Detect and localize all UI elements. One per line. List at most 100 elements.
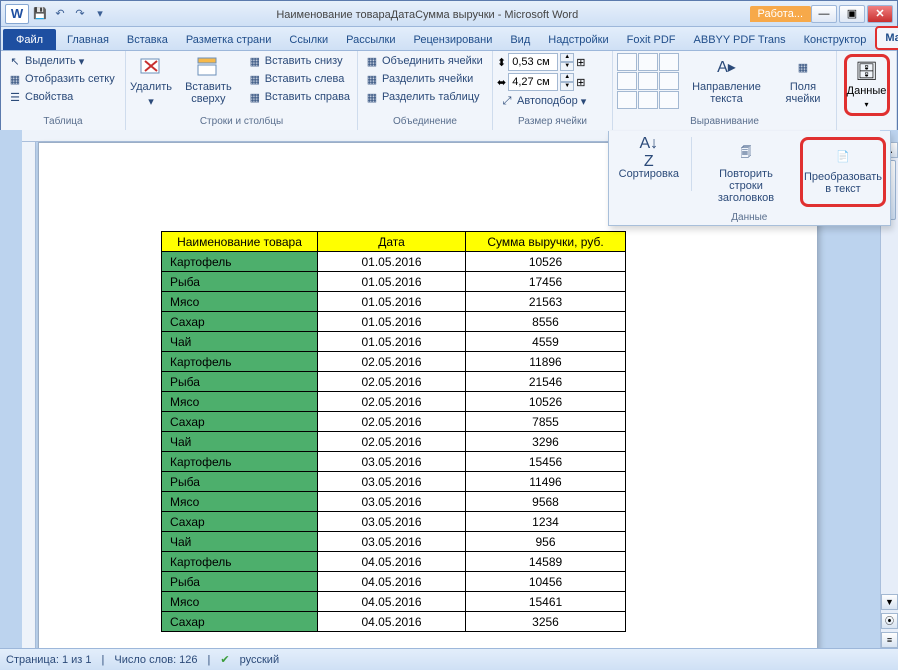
repeat-header-button[interactable]: 🗐 Повторить строки заголовков [698, 137, 794, 207]
col-width-field[interactable]: ⬌ ▲▼ ⊞ [497, 73, 589, 91]
insert-left-button[interactable]: ▦Вставить слева [245, 71, 353, 87]
table-row[interactable]: Мясо03.05.20169568 [162, 492, 626, 512]
tab-view[interactable]: Вид [501, 29, 539, 50]
insert-below-button[interactable]: ▦Вставить снизу [245, 53, 353, 69]
table-cell[interactable]: Рыба [162, 372, 318, 392]
table-cell[interactable]: 04.05.2016 [318, 612, 466, 632]
text-direction-button[interactable]: A▸ Направление текста [683, 53, 770, 107]
table-cell[interactable]: Чай [162, 532, 318, 552]
table-row[interactable]: Картофель04.05.201614589 [162, 552, 626, 572]
table-row[interactable]: Картофель02.05.201611896 [162, 352, 626, 372]
table-cell[interactable]: Сахар [162, 612, 318, 632]
table-cell[interactable]: 01.05.2016 [318, 292, 466, 312]
table-cell[interactable]: Мясо [162, 392, 318, 412]
table-cell[interactable]: Сахар [162, 412, 318, 432]
align-br[interactable] [659, 91, 679, 109]
table-row[interactable]: Рыба03.05.201611496 [162, 472, 626, 492]
status-language[interactable]: русский [240, 654, 279, 666]
table-cell[interactable]: 7855 [466, 412, 626, 432]
distribute-cols-icon[interactable]: ⊞ [576, 76, 585, 89]
select-button[interactable]: ↖Выделить▾ [5, 53, 118, 69]
table-cell[interactable]: 04.05.2016 [318, 572, 466, 592]
table-header[interactable]: Сумма выручки, руб. [466, 232, 626, 252]
table-row[interactable]: Чай01.05.20164559 [162, 332, 626, 352]
table-cell[interactable]: Сахар [162, 312, 318, 332]
tab-home[interactable]: Главная [58, 29, 118, 50]
table-cell[interactable]: 9568 [466, 492, 626, 512]
tab-review[interactable]: Рецензировани [405, 29, 502, 50]
table-cell[interactable]: 04.05.2016 [318, 552, 466, 572]
sort-button[interactable]: A↓Z Сортировка [613, 137, 685, 207]
height-down[interactable]: ▼ [560, 62, 574, 71]
table-cell[interactable]: 3256 [466, 612, 626, 632]
app-icon[interactable]: W [5, 4, 29, 24]
table-row[interactable]: Картофель03.05.201615456 [162, 452, 626, 472]
tab-page-layout[interactable]: Разметка страни [177, 29, 281, 50]
status-words[interactable]: Число слов: 126 [114, 654, 197, 666]
table-cell[interactable]: 956 [466, 532, 626, 552]
table-cell[interactable]: 21563 [466, 292, 626, 312]
tab-addins[interactable]: Надстройки [539, 29, 617, 50]
merge-cells-button[interactable]: ▦Объединить ячейки [362, 53, 486, 69]
table-cell[interactable]: 10456 [466, 572, 626, 592]
align-tr[interactable] [659, 53, 679, 71]
split-table-button[interactable]: ▦Разделить таблицу [362, 89, 486, 105]
height-up[interactable]: ▲ [560, 53, 574, 62]
table-header[interactable]: Дата [318, 232, 466, 252]
tab-abbyy[interactable]: ABBYY PDF Trans [685, 29, 795, 50]
prev-page-icon[interactable]: ⦿ [881, 613, 898, 629]
table-row[interactable]: Мясо02.05.201610526 [162, 392, 626, 412]
table-row[interactable]: Мясо04.05.201615461 [162, 592, 626, 612]
table-cell[interactable]: 03.05.2016 [318, 532, 466, 552]
table-cell[interactable]: 02.05.2016 [318, 412, 466, 432]
vertical-ruler[interactable] [22, 142, 36, 648]
table-cell[interactable]: 14589 [466, 552, 626, 572]
table-row[interactable]: Картофель01.05.201610526 [162, 252, 626, 272]
save-icon[interactable]: 💾 [31, 5, 49, 23]
properties-button[interactable]: ☰Свойства [5, 89, 118, 105]
table-cell[interactable]: Рыба [162, 272, 318, 292]
table-cell[interactable]: Картофель [162, 552, 318, 572]
table-cell[interactable]: 4559 [466, 332, 626, 352]
table-cell[interactable]: Мясо [162, 292, 318, 312]
width-down[interactable]: ▼ [560, 82, 574, 91]
table-row[interactable]: Сахар01.05.20168556 [162, 312, 626, 332]
convert-to-text-button[interactable]: 📄 Преобразовать в текст [800, 137, 886, 207]
autofit-button[interactable]: ⤢Автоподбор▾ [497, 93, 589, 109]
row-height-field[interactable]: ⬍ ▲▼ ⊞ [497, 53, 589, 71]
table-cell[interactable]: 8556 [466, 312, 626, 332]
data-dropdown-button[interactable]: 🗄 Данные ▾ [844, 54, 890, 116]
redo-icon[interactable]: ↷ [71, 5, 89, 23]
table-cell[interactable]: 03.05.2016 [318, 472, 466, 492]
tab-foxit[interactable]: Foxit PDF [618, 29, 685, 50]
table-row[interactable]: Мясо01.05.201621563 [162, 292, 626, 312]
spellcheck-icon[interactable]: ✔ [220, 653, 229, 666]
split-cells-button[interactable]: ▦Разделить ячейки [362, 71, 486, 87]
table-cell[interactable]: Чай [162, 332, 318, 352]
table-cell[interactable]: 15461 [466, 592, 626, 612]
tab-file[interactable]: Файл [3, 29, 56, 50]
table-row[interactable]: Рыба01.05.201617456 [162, 272, 626, 292]
table-cell[interactable]: 11496 [466, 472, 626, 492]
close-button[interactable]: ✕ [867, 5, 893, 23]
table-row[interactable]: Рыба04.05.201610456 [162, 572, 626, 592]
tab-layout[interactable]: Макет [875, 26, 898, 50]
table-cell[interactable]: 02.05.2016 [318, 392, 466, 412]
table-cell[interactable]: Картофель [162, 352, 318, 372]
col-width-input[interactable] [508, 73, 558, 91]
table-cell[interactable]: 01.05.2016 [318, 312, 466, 332]
table-row[interactable]: Рыба02.05.201621546 [162, 372, 626, 392]
align-tc[interactable] [638, 53, 658, 71]
delete-button[interactable]: Удалить▾ [130, 53, 172, 110]
table-cell[interactable]: 02.05.2016 [318, 372, 466, 392]
tab-references[interactable]: Ссылки [280, 29, 337, 50]
table-header[interactable]: Наименование товара [162, 232, 318, 252]
table-cell[interactable]: 02.05.2016 [318, 432, 466, 452]
table-cell[interactable]: Чай [162, 432, 318, 452]
table-cell[interactable]: Сахар [162, 512, 318, 532]
data-table[interactable]: Наименование товараДатаСумма выручки, ру… [161, 231, 626, 632]
restore-button[interactable]: ▣ [839, 5, 865, 23]
table-cell[interactable]: 15456 [466, 452, 626, 472]
table-cell[interactable]: 17456 [466, 272, 626, 292]
tab-design[interactable]: Конструктор [795, 29, 876, 50]
